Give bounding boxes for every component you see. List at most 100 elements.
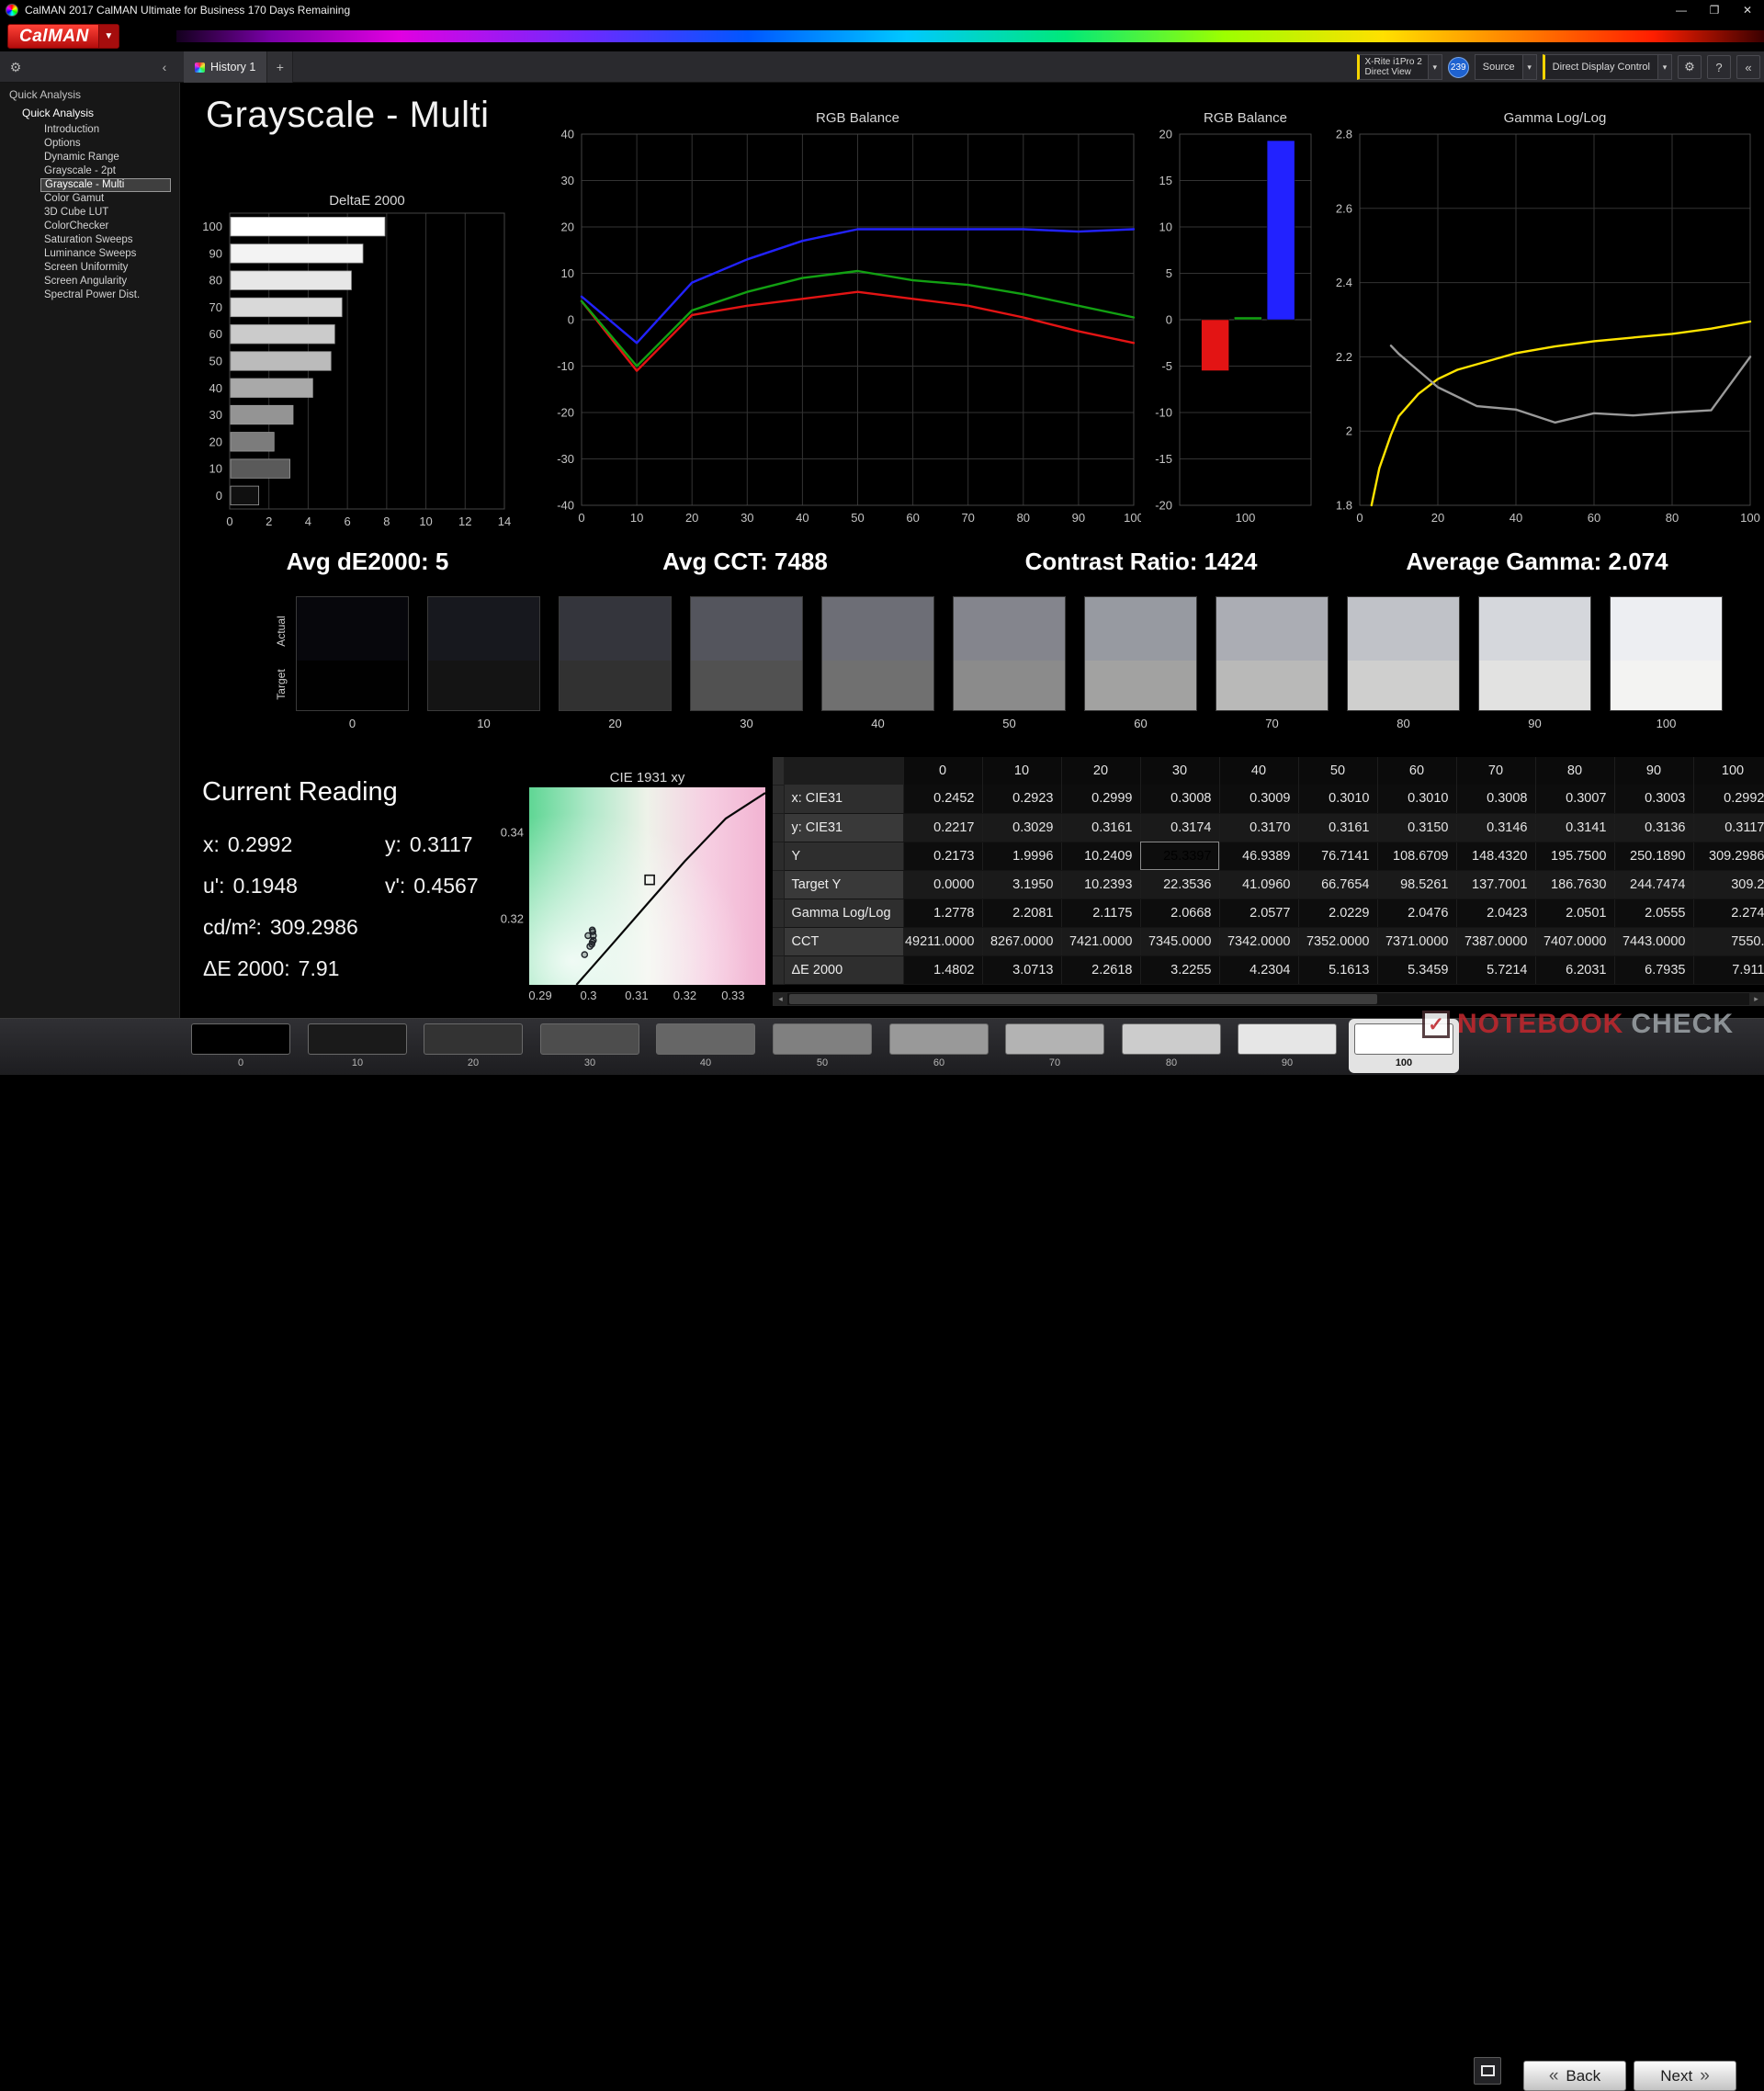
sidebar-item-options[interactable]: Options xyxy=(40,137,171,151)
table-cell[interactable]: 0.3003 xyxy=(1614,785,1694,814)
table-cell[interactable]: 108.6709 xyxy=(1377,842,1457,871)
table-cell[interactable]: 7352.0000 xyxy=(1298,927,1378,956)
sidebar-item-grayscale-multi[interactable]: Grayscale - Multi xyxy=(40,178,171,192)
table-cell[interactable]: 0.0000 xyxy=(903,870,983,899)
table-cell[interactable]: 0.3136 xyxy=(1614,813,1694,842)
table-cell[interactable]: 244.7474 xyxy=(1614,870,1694,899)
table-col-header-50[interactable]: 50 xyxy=(1298,757,1378,785)
table-cell[interactable]: 0.2217 xyxy=(903,813,983,842)
table-cell[interactable]: 66.7654 xyxy=(1298,870,1378,899)
table-cell[interactable]: 0.3008 xyxy=(1456,785,1536,814)
sidebar-item-spectral-power-dist[interactable]: Spectral Power Dist. xyxy=(40,288,171,302)
maximize-button[interactable]: ❐ xyxy=(1698,0,1731,20)
sidebar-item-3d-cube-lut[interactable]: 3D Cube LUT xyxy=(40,206,171,220)
table-cell[interactable]: 0.3150 xyxy=(1377,813,1457,842)
sidebar-item-dynamic-range[interactable]: Dynamic Range xyxy=(40,151,171,164)
sidebar-item-screen-uniformity[interactable]: Screen Uniformity xyxy=(40,261,171,275)
close-button[interactable]: ✕ xyxy=(1731,0,1764,20)
chevron-down-icon[interactable]: ▼ xyxy=(97,25,119,48)
pattern-button-80[interactable]: 80 xyxy=(1121,1023,1222,1068)
table-cell[interactable]: 0.3010 xyxy=(1377,785,1457,814)
table-cell[interactable]: 0.3161 xyxy=(1298,813,1378,842)
table-cell[interactable]: 3.1950 xyxy=(982,870,1062,899)
table-cell[interactable]: 0.3009 xyxy=(1219,785,1299,814)
table-cell[interactable]: 22.3536 xyxy=(1140,870,1220,899)
sidebar-item-screen-angularity[interactable]: Screen Angularity xyxy=(40,275,171,288)
table-cell[interactable]: 0.3117 xyxy=(1693,813,1764,842)
table-cell[interactable]: 2.0668 xyxy=(1140,899,1220,928)
table-cell[interactable]: 0.3008 xyxy=(1140,785,1220,814)
back-button[interactable]: « Back xyxy=(1523,2061,1626,2091)
sidebar-item-color-gamut[interactable]: Color Gamut xyxy=(40,192,171,206)
pattern-button-10[interactable]: 10 xyxy=(307,1023,408,1068)
scroll-thumb[interactable] xyxy=(789,994,1377,1004)
table-cell[interactable]: 0.3007 xyxy=(1535,785,1615,814)
table-cell[interactable]: 2.0501 xyxy=(1535,899,1615,928)
table-cell[interactable]: 5.1613 xyxy=(1298,955,1378,985)
table-cell[interactable]: 1.4802 xyxy=(903,955,983,985)
table-cell[interactable]: 0.2992 xyxy=(1693,785,1764,814)
table-scrollbar[interactable]: ◂ ▸ xyxy=(773,992,1764,1006)
table-cell[interactable]: 7407.0000 xyxy=(1535,927,1615,956)
table-cell[interactable]: 10.2409 xyxy=(1061,842,1141,871)
chevron-down-icon[interactable]: ▾ xyxy=(1657,55,1671,79)
sidebar-item-introduction[interactable]: Introduction xyxy=(40,123,171,137)
calman-menu-button[interactable]: CalMAN ▼ xyxy=(7,24,119,49)
table-cell[interactable]: 2.0476 xyxy=(1377,899,1457,928)
sidebar-item-saturation-sweeps[interactable]: Saturation Sweeps xyxy=(40,233,171,247)
panel-collapse-button[interactable]: « xyxy=(1736,55,1760,79)
table-cell[interactable]: 7342.0000 xyxy=(1219,927,1299,956)
tab-history-1[interactable]: History 1 xyxy=(184,51,268,83)
table-cell[interactable]: 46.9389 xyxy=(1219,842,1299,871)
table-cell[interactable]: 0.2173 xyxy=(903,842,983,871)
table-cell[interactable]: 98.5261 xyxy=(1377,870,1457,899)
table-cell[interactable]: 0.3161 xyxy=(1061,813,1141,842)
table-cell[interactable]: 0.3174 xyxy=(1140,813,1220,842)
table-cell[interactable]: 2.2618 xyxy=(1061,955,1141,985)
new-tab-button[interactable]: + xyxy=(267,51,294,83)
pattern-button-60[interactable]: 60 xyxy=(888,1023,989,1068)
table-col-header-90[interactable]: 90 xyxy=(1614,757,1694,785)
table-cell[interactable]: 2.0229 xyxy=(1298,899,1378,928)
scroll-right-button[interactable]: ▸ xyxy=(1749,993,1763,1005)
scroll-left-button[interactable]: ◂ xyxy=(774,993,787,1005)
table-cell[interactable]: 0.3029 xyxy=(982,813,1062,842)
table-col-header-0[interactable]: 0 xyxy=(903,757,983,785)
table-cell[interactable]: 3.2255 xyxy=(1140,955,1220,985)
table-cell[interactable]: 0.2923 xyxy=(982,785,1062,814)
table-cell[interactable]: 0.3141 xyxy=(1535,813,1615,842)
next-button[interactable]: Next » xyxy=(1634,2061,1736,2091)
table-col-header-100[interactable]: 100 xyxy=(1693,757,1764,785)
table-cell[interactable]: 7443.0000 xyxy=(1614,927,1694,956)
table-cell[interactable]: 2.0577 xyxy=(1219,899,1299,928)
pattern-button-50[interactable]: 50 xyxy=(772,1023,873,1068)
table-cell[interactable]: 0.2999 xyxy=(1061,785,1141,814)
table-cell[interactable]: 7371.0000 xyxy=(1377,927,1457,956)
table-cell[interactable]: 5.3459 xyxy=(1377,955,1457,985)
table-cell[interactable]: 2.0423 xyxy=(1456,899,1536,928)
table-col-header-10[interactable]: 10 xyxy=(982,757,1062,785)
table-cell[interactable]: 7.911 xyxy=(1693,955,1764,985)
table-cell[interactable]: 0.3146 xyxy=(1456,813,1536,842)
pattern-button-100[interactable]: 100 xyxy=(1353,1023,1454,1068)
table-cell[interactable]: 0.3010 xyxy=(1298,785,1378,814)
table-cell[interactable]: 7387.0000 xyxy=(1456,927,1536,956)
table-cell[interactable]: 2.2081 xyxy=(982,899,1062,928)
table-col-header-20[interactable]: 20 xyxy=(1061,757,1141,785)
table-cell[interactable]: 0.2452 xyxy=(903,785,983,814)
pattern-button-30[interactable]: 30 xyxy=(539,1023,640,1068)
table-cell[interactable]: 3.0713 xyxy=(982,955,1062,985)
table-cell[interactable]: 49211.0000 xyxy=(903,927,983,956)
chevron-down-icon[interactable]: ▾ xyxy=(1427,55,1442,79)
table-cell[interactable]: 1.2778 xyxy=(903,899,983,928)
help-button[interactable]: ? xyxy=(1707,55,1731,79)
pattern-button-70[interactable]: 70 xyxy=(1004,1023,1105,1068)
table-cell[interactable]: 10.2393 xyxy=(1061,870,1141,899)
table-cell[interactable]: 7345.0000 xyxy=(1140,927,1220,956)
table-cell[interactable]: 1.9996 xyxy=(982,842,1062,871)
meter-dropdown[interactable]: X-Rite i1Pro 2 Direct View ▾ xyxy=(1356,54,1442,80)
table-cell[interactable]: 6.2031 xyxy=(1535,955,1615,985)
display-control-dropdown[interactable]: Direct Display Control ▾ xyxy=(1542,54,1672,80)
table-cell[interactable]: 7550. xyxy=(1693,927,1764,956)
table-cell[interactable]: 76.7141 xyxy=(1298,842,1378,871)
